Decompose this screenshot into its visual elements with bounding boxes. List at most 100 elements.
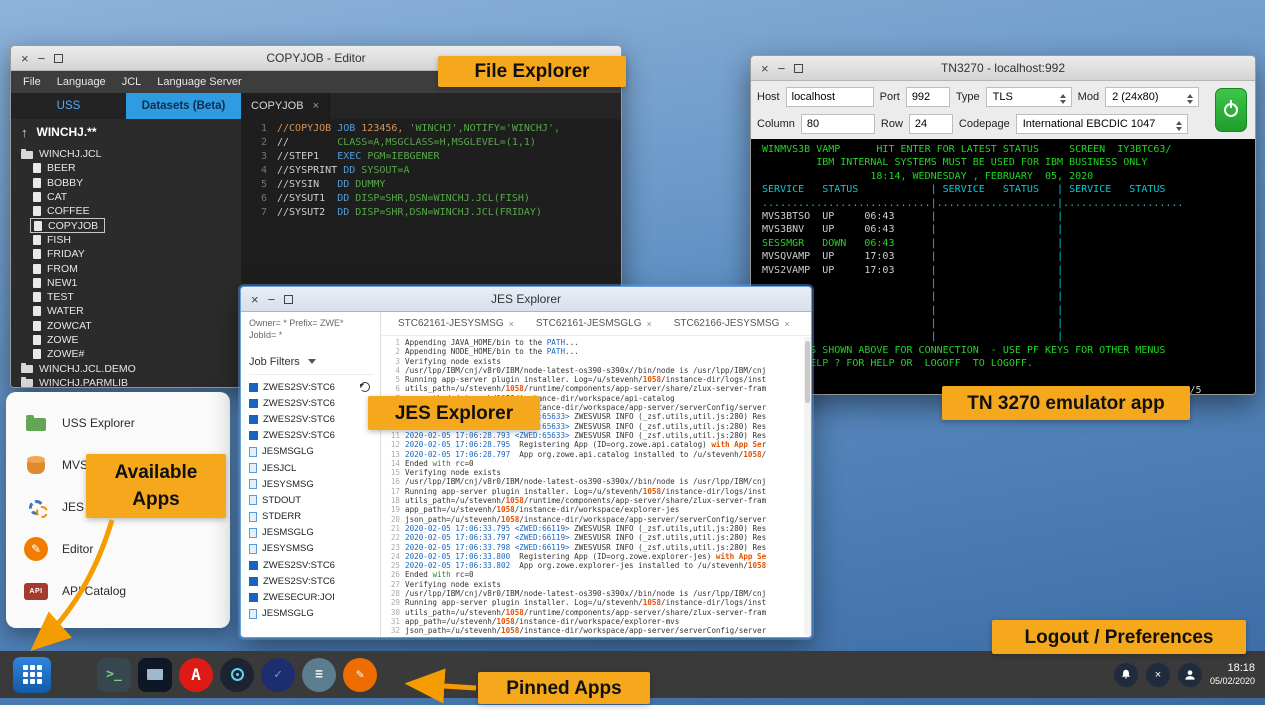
refresh-icon[interactable] (360, 382, 370, 392)
notes-app-icon[interactable]: ≡ (302, 658, 336, 692)
minimize-icon[interactable]: − (38, 52, 46, 65)
port-input[interactable] (906, 87, 950, 107)
start-menu-button[interactable] (13, 657, 51, 693)
spool-file-item[interactable]: JESMSGLG (249, 444, 374, 460)
editor-app-icon[interactable]: ✎ (343, 658, 377, 692)
dataset-member-item[interactable]: TEST (11, 290, 241, 304)
dataset-member-item[interactable]: NEW1 (11, 276, 241, 290)
app-item-api-catalog[interactable]: APIAPI Catalog (6, 570, 230, 612)
terminal-line: 18:14, WEDNESDAY , FEBRUARY 05, 2020 (756, 170, 1255, 183)
job-item[interactable]: ZWESECUR:JOI (249, 589, 374, 605)
codepage-select[interactable]: International EBCDIC 1047 (1016, 114, 1188, 134)
host-input[interactable] (786, 87, 874, 107)
job-filters-dropdown[interactable]: Job Filters (249, 349, 374, 375)
terminal-text: ............................|...........… (756, 198, 1183, 209)
close-tab-icon[interactable]: × (313, 100, 319, 112)
spool-tab-stc62161-jesmsglg[interactable]: STC62161-JESMSGLG× (525, 318, 663, 329)
spool-log-viewer[interactable]: 1Appending JAVA_HOME/bin to the PATH...2… (381, 336, 811, 637)
dataset-member-item[interactable]: FISH (11, 233, 241, 247)
editor-icon-shape: ✎ (24, 537, 48, 561)
job-item[interactable]: ZWES2SV:STC6 (249, 428, 374, 444)
dataset-member-item[interactable]: FROM (11, 261, 241, 275)
dataset-member-item[interactable]: BOBBY (11, 176, 241, 190)
dataset-member-item[interactable]: ZOWE (11, 333, 241, 347)
dataset-filter-text: WINCHJ.** (37, 125, 97, 139)
tab-uss[interactable]: USS (11, 93, 126, 119)
log-line-text: utils_path=/u/stevenh/1058/runtime/compo… (405, 608, 766, 617)
connect-power-button[interactable] (1215, 88, 1247, 132)
dataset-tree: WINCHJ.JCLBEERBOBBYCATCOFFEECOPYJOBFISHF… (11, 145, 241, 387)
column-input[interactable] (801, 114, 875, 134)
minimize-icon[interactable]: − (268, 293, 276, 306)
line-number: 7 (241, 206, 267, 220)
close-tab-icon[interactable]: × (509, 319, 514, 329)
user-icon[interactable] (1178, 663, 1202, 687)
spool-file-item[interactable]: STDOUT (249, 492, 374, 508)
notifications-bell-icon[interactable] (1114, 663, 1138, 687)
spool-tab-stc62166-jesm[interactable]: STC62166-JESM× (801, 318, 811, 329)
tn3270-titlebar[interactable]: × − TN3270 - localhost:992 (751, 56, 1255, 81)
app-item-editor[interactable]: ✎Editor (6, 528, 230, 570)
spool-file-item[interactable]: JESMSGLG (249, 525, 374, 541)
spool-file-item[interactable]: JESJCL (249, 460, 374, 476)
job-item[interactable]: ZWES2SV:STC6 (249, 573, 374, 589)
app-item-uss-explorer[interactable]: USS Explorer (6, 402, 230, 444)
job-item[interactable]: ZWES2SV:STC6 (249, 379, 374, 395)
file-icon (33, 278, 41, 288)
dataset-member-item[interactable]: COPYJOB (30, 218, 105, 232)
dataset-member-item[interactable]: COFFEE (11, 204, 241, 218)
job-item[interactable]: ZWES2SV:STC6 (249, 395, 374, 411)
dataset-member-item[interactable]: ZOWE# (11, 347, 241, 361)
editor-file-tab[interactable]: COPYJOB × (241, 93, 330, 119)
tn3270-app-icon[interactable] (138, 658, 172, 692)
menu-item-jcl[interactable]: JCL (114, 73, 150, 91)
spool-tab-stc62161-jesysmsg[interactable]: STC62161-JESYSMSG× (387, 318, 525, 329)
log-line: 26Ended with rc=0 (384, 570, 803, 579)
close-icon[interactable]: × (21, 52, 29, 65)
minimize-icon[interactable]: − (778, 62, 786, 75)
dataset-folder-item[interactable]: WINCHJ.JCL.DEMO (11, 361, 241, 375)
scrollbar-thumb[interactable] (805, 341, 810, 403)
menu-item-file[interactable]: File (15, 73, 49, 91)
dataset-member-item[interactable]: FRIDAY (11, 247, 241, 261)
log-line-number: 3 (384, 357, 400, 366)
dataset-member-item[interactable]: ZOWCAT (11, 319, 241, 333)
row-input[interactable] (909, 114, 953, 134)
spool-file-item[interactable]: STDERR (249, 509, 374, 525)
angular-app-icon[interactable]: A (179, 658, 213, 692)
dataset-member-item[interactable]: WATER (11, 304, 241, 318)
maximize-icon[interactable] (54, 54, 63, 63)
spool-file-item[interactable]: JESMSGLG (249, 606, 374, 622)
close-session-icon[interactable]: × (1146, 663, 1170, 687)
log-line: 32json_path=/u/stevenh/1058/instance-dir… (384, 626, 803, 635)
dataset-filter[interactable]: ↑ WINCHJ.** (11, 119, 241, 145)
menu-item-language-server[interactable]: Language Server (149, 73, 249, 91)
dataset-folder-item[interactable]: WINCHJ.JCL (11, 147, 241, 161)
dataset-folder-item[interactable]: WINCHJ.PARMLIB (11, 376, 241, 387)
tab-datasets-beta[interactable]: Datasets (Beta) (126, 93, 241, 119)
menu-item-language[interactable]: Language (49, 73, 114, 91)
dataset-member-item[interactable]: BEER (11, 161, 241, 175)
jes-titlebar[interactable]: × − JES Explorer (241, 287, 811, 312)
terminal-screen[interactable]: WINMVS3B VAMP HIT ENTER FOR LATEST STATU… (751, 140, 1255, 394)
code-token: //SYSUT1 (277, 192, 337, 206)
check-app-icon[interactable]: ✓ (261, 658, 295, 692)
type-select[interactable]: TLS (986, 87, 1072, 107)
job-item[interactable]: ZWES2SV:STC6 (249, 557, 374, 573)
spool-file-item[interactable]: JESYSMSG (249, 476, 374, 492)
dataset-member-item[interactable]: CAT (11, 190, 241, 204)
react-app-icon[interactable] (220, 658, 254, 692)
up-arrow-icon[interactable]: ↑ (21, 125, 28, 140)
job-item[interactable]: ZWES2SV:STC6 (249, 411, 374, 427)
spool-tab-stc62166-jesysmsg[interactable]: STC62166-JESYSMSG× (663, 318, 801, 329)
close-tab-icon[interactable]: × (784, 319, 789, 329)
terminal-app-icon[interactable]: >_ (97, 658, 131, 692)
scrollbar[interactable] (804, 337, 811, 635)
maximize-icon[interactable] (284, 295, 293, 304)
close-tab-icon[interactable]: × (646, 319, 651, 329)
mod-select[interactable]: 2 (24x80) (1105, 87, 1199, 107)
close-icon[interactable]: × (761, 62, 769, 75)
spool-file-item[interactable]: JESYSMSG (249, 541, 374, 557)
maximize-icon[interactable] (794, 64, 803, 73)
close-icon[interactable]: × (251, 293, 259, 306)
